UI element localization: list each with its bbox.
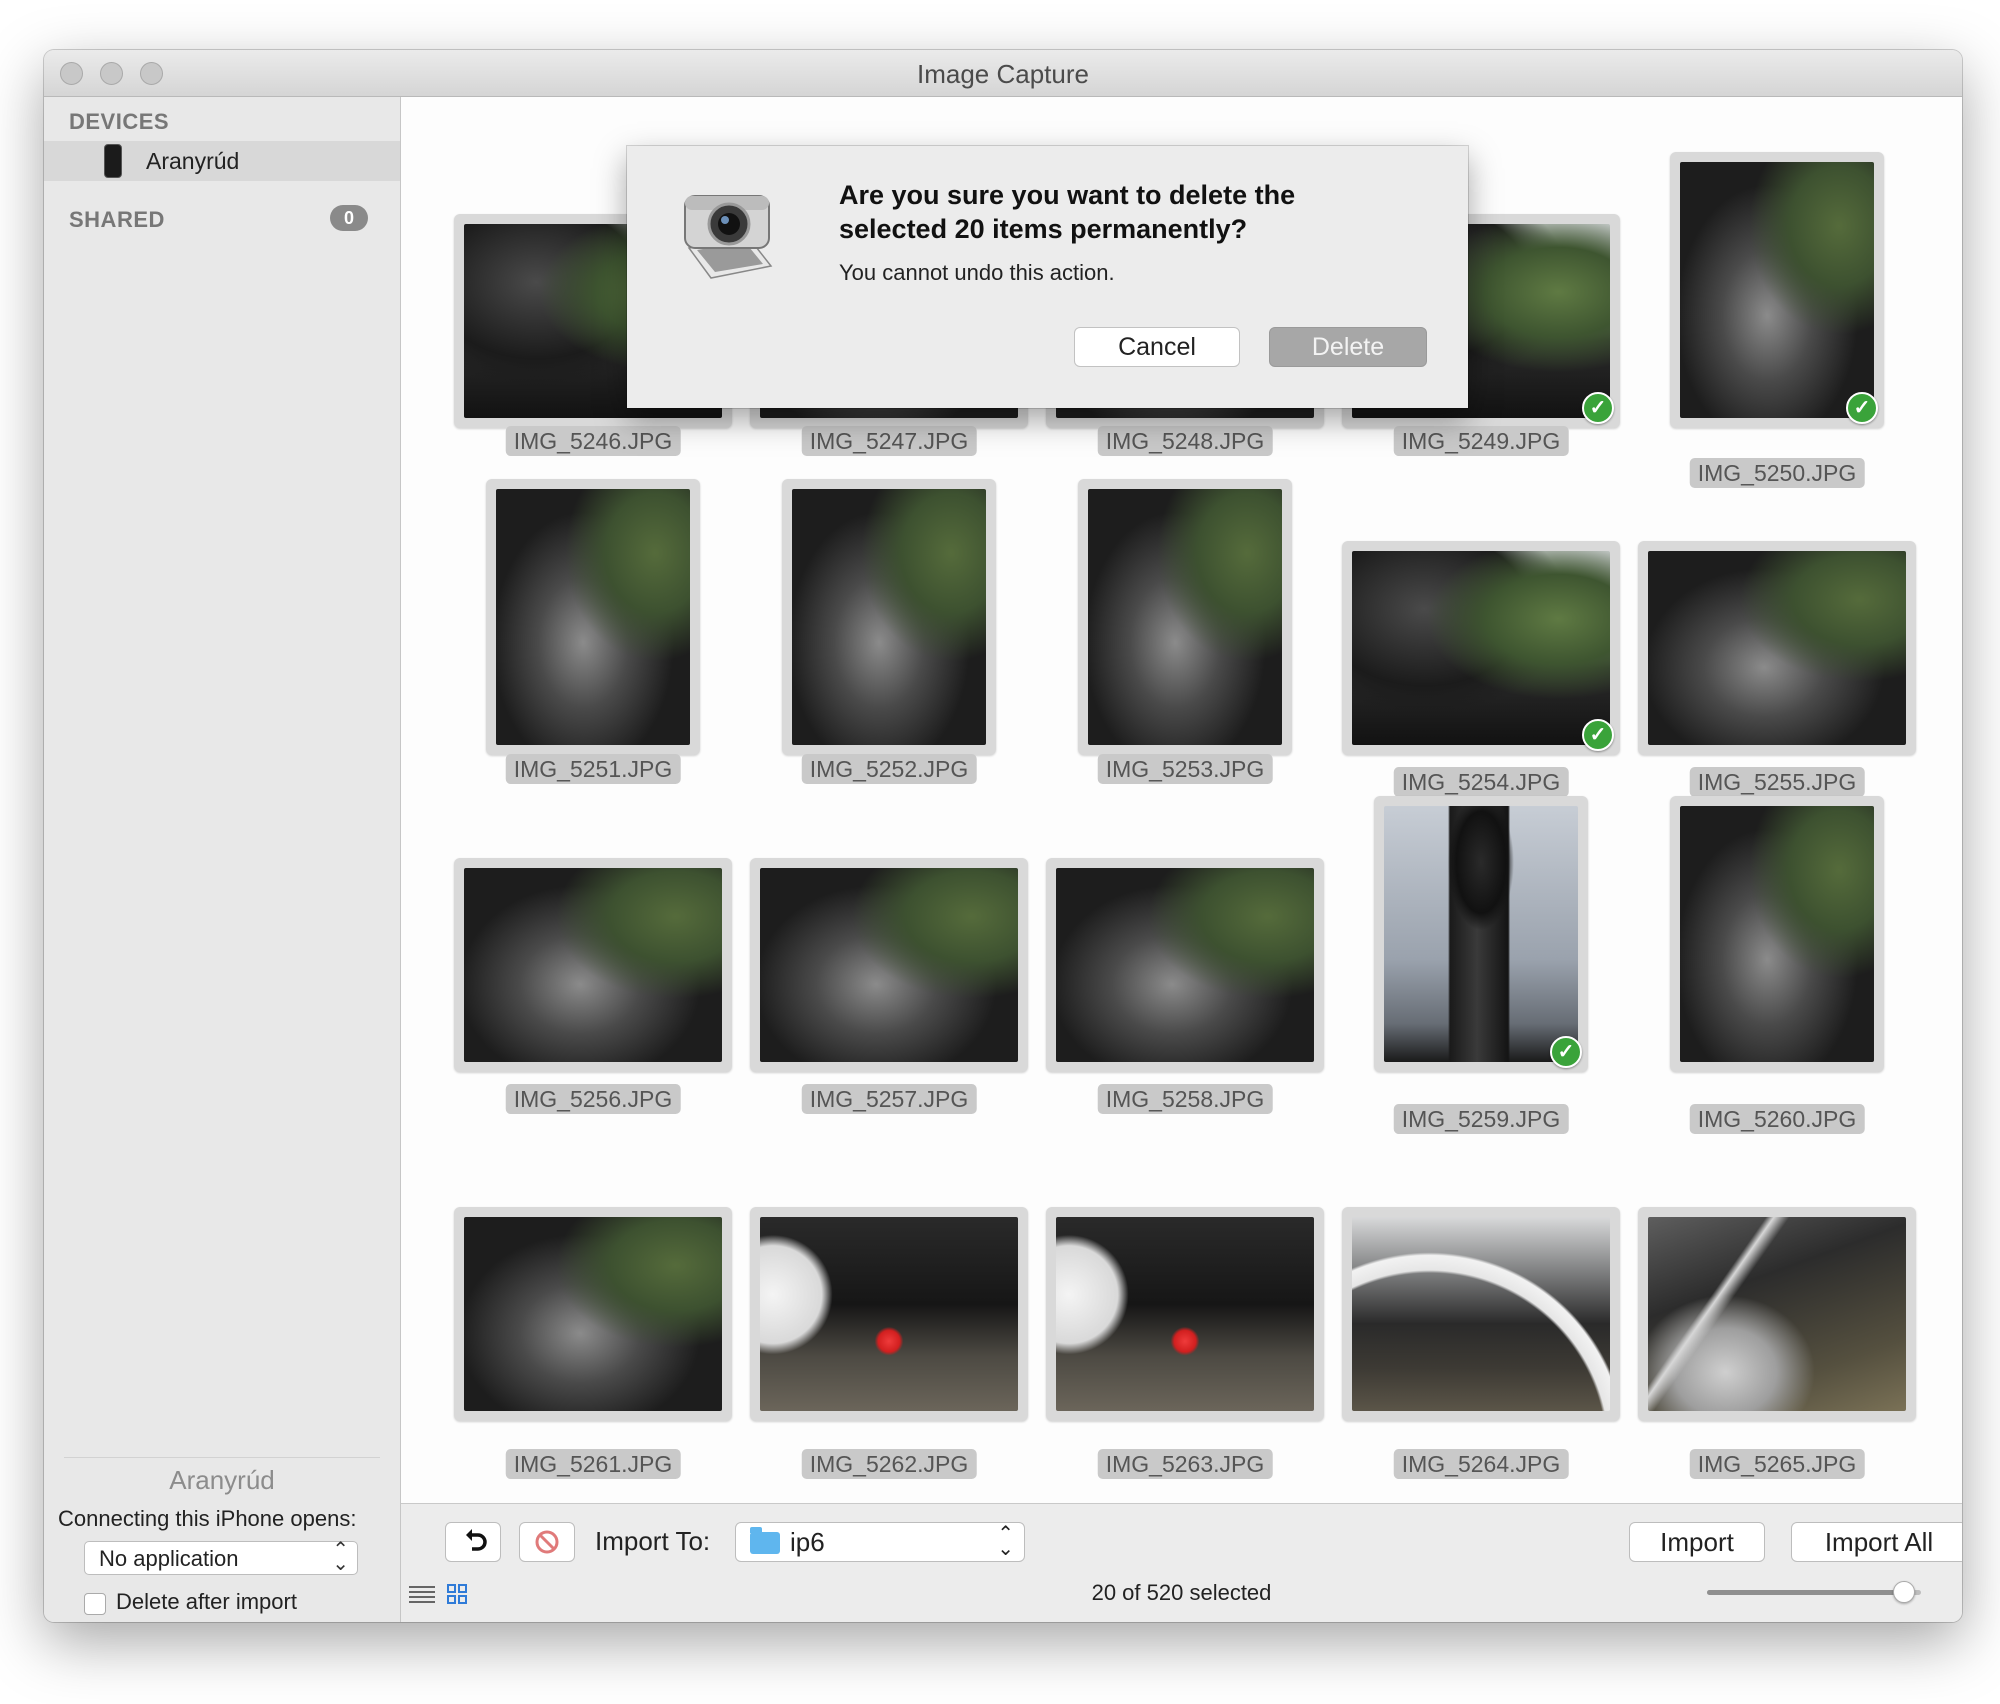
delete-icon — [535, 1530, 559, 1554]
thumbnail-filename: IMG_5262.JPG — [801, 1449, 977, 1479]
thumbnail-filename: IMG_5260.JPG — [1689, 1104, 1865, 1134]
image-capture-app-icon — [684, 195, 773, 279]
imported-check-icon: ✓ — [1846, 392, 1878, 424]
photo-thumbnail[interactable] — [486, 479, 700, 755]
device-name: Aranyrúd — [146, 148, 240, 174]
window-title: Image Capture — [917, 59, 1089, 89]
open-application-value: No application — [99, 1546, 239, 1571]
photo-image — [464, 1217, 722, 1411]
imported-check-icon: ✓ — [1582, 392, 1614, 424]
import-destination-select[interactable]: ip6 ⌃ ⌄ — [735, 1522, 1025, 1562]
photo-thumbnail[interactable]: ✓ — [1342, 541, 1620, 755]
photo-thumbnail[interactable] — [1638, 541, 1916, 755]
thumbnail-filename: IMG_5247.JPG — [801, 426, 977, 456]
photo-image — [1352, 551, 1610, 745]
photo-thumbnail[interactable] — [1342, 1207, 1620, 1421]
thumbnail-filename: IMG_5263.JPG — [1097, 1449, 1273, 1479]
thumbnail-filename: IMG_5261.JPG — [505, 1449, 681, 1479]
thumbnail-filename: IMG_5246.JPG — [505, 426, 681, 456]
photo-thumbnail[interactable] — [1638, 1207, 1916, 1421]
title-bar: Image Capture — [44, 50, 1962, 97]
thumbnail-filename: IMG_5250.JPG — [1689, 458, 1865, 488]
photo-thumbnail[interactable] — [1670, 796, 1884, 1072]
photo-image — [1056, 1217, 1314, 1411]
thumbnail-size-slider[interactable] — [1707, 1581, 1921, 1603]
imported-check-icon: ✓ — [1550, 1036, 1582, 1068]
thumbnail-filename: IMG_5248.JPG — [1097, 426, 1273, 456]
photo-image — [760, 868, 1018, 1062]
selected-device-title: Aranyrúd — [169, 1465, 275, 1495]
thumbnail-filename: IMG_5257.JPG — [801, 1084, 977, 1114]
rotate-button[interactable] — [445, 1522, 501, 1562]
slider-fill — [1707, 1590, 1904, 1595]
delete-after-import-checkbox[interactable] — [84, 1593, 106, 1615]
imported-check-icon: ✓ — [1582, 719, 1614, 751]
photo-thumbnail[interactable] — [1078, 479, 1292, 755]
delete-confirmation-dialog: Are you sure you want to delete the sele… — [627, 146, 1468, 408]
photo-image — [1648, 551, 1906, 745]
iphone-icon — [104, 144, 122, 178]
photo-thumbnail[interactable] — [782, 479, 996, 755]
photo-thumbnail[interactable]: ✓ — [1374, 796, 1588, 1072]
delete-confirm-button[interactable]: Delete — [1269, 327, 1427, 367]
import-destination-value: ip6 — [790, 1527, 825, 1557]
open-application-select[interactable]: No application ⌃ ⌄ — [84, 1539, 358, 1575]
import-button[interactable]: Import — [1629, 1522, 1765, 1562]
thumbnail-filename: IMG_5253.JPG — [1097, 754, 1273, 784]
thumbnail-filename: IMG_5249.JPG — [1393, 426, 1569, 456]
dialog-title: Are you sure you want to delete the sele… — [839, 180, 1296, 244]
photo-thumbnail[interactable] — [750, 1207, 1028, 1421]
thumbnail-filename: IMG_5256.JPG — [505, 1084, 681, 1114]
sidebar: DEVICES Aranyrúd SHARED 0 Aranyrúd Conne… — [44, 97, 401, 1622]
photo-thumbnail[interactable] — [750, 858, 1028, 1072]
delete-after-import-label: Delete after import — [116, 1589, 297, 1614]
import-to-label: Import To: — [595, 1526, 711, 1556]
updown-chevron-icon: ⌃ ⌄ — [332, 1539, 349, 1575]
slider-knob[interactable] — [1892, 1581, 1915, 1603]
bottom-toolbar: Import To: ip6 ⌃ ⌄ Import Import All 20 o… — [401, 1503, 1962, 1622]
thumbnail-filename: IMG_5255.JPG — [1689, 767, 1865, 797]
shared-count-badge: 0 — [330, 205, 368, 231]
photo-image — [1384, 806, 1578, 1062]
sidebar-item-device[interactable]: Aranyrúd — [44, 141, 400, 181]
import-all-button[interactable]: Import All — [1791, 1522, 1962, 1562]
thumbnail-filename: IMG_5252.JPG — [801, 754, 977, 784]
photo-image — [1680, 806, 1874, 1062]
cancel-button[interactable]: Cancel — [1074, 327, 1240, 367]
photo-image — [1680, 162, 1874, 418]
thumbnail-filename: IMG_5258.JPG — [1097, 1084, 1273, 1114]
thumbnail-filename: IMG_5251.JPG — [505, 754, 681, 784]
thumbnail-filename: IMG_5265.JPG — [1689, 1449, 1865, 1479]
photo-thumbnail[interactable] — [454, 1207, 732, 1421]
photo-thumbnail[interactable] — [1046, 858, 1324, 1072]
photo-image — [1056, 868, 1314, 1062]
shared-heading[interactable]: SHARED — [69, 207, 165, 233]
photo-image — [1648, 1217, 1906, 1411]
dialog-message: You cannot undo this action. — [839, 260, 1115, 285]
sidebar-divider — [64, 1457, 380, 1458]
folder-icon — [750, 1527, 780, 1554]
photo-image — [464, 868, 722, 1062]
thumbnail-filename: IMG_5254.JPG — [1393, 767, 1569, 797]
photo-image — [760, 1217, 1018, 1411]
photo-image — [496, 489, 690, 745]
updown-chevron-icon: ⌃ ⌄ — [997, 1523, 1014, 1560]
photo-thumbnail[interactable] — [1046, 1207, 1324, 1421]
rotate-icon — [466, 1529, 487, 1551]
image-capture-window: Image Capture DEVICES Aranyrúd SHARED 0 … — [44, 50, 1962, 1622]
photo-image — [1352, 1217, 1610, 1411]
connecting-label: Connecting this iPhone opens: — [58, 1506, 357, 1531]
delete-button[interactable] — [519, 1522, 575, 1562]
devices-heading: DEVICES — [69, 109, 170, 134]
photo-thumbnail[interactable] — [454, 858, 732, 1072]
photo-thumbnail[interactable]: ✓ — [1670, 152, 1884, 428]
thumbnail-filename: IMG_5259.JPG — [1393, 1104, 1569, 1134]
thumbnail-filename: IMG_5264.JPG — [1393, 1449, 1569, 1479]
photo-image — [792, 489, 986, 745]
photo-image — [1088, 489, 1282, 745]
